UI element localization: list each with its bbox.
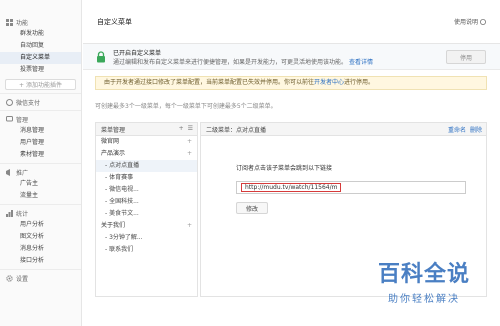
menu-item-micro-site[interactable]: 微官网 + bbox=[96, 136, 197, 148]
menu-item-label: 微官网 bbox=[101, 138, 120, 145]
sidebar-group-label: 设置 bbox=[16, 275, 29, 283]
url-field[interactable]: http://mudu.tv/watch/11564/m bbox=[236, 181, 466, 194]
divider bbox=[0, 269, 81, 270]
pay-icon bbox=[5, 98, 13, 106]
submenu-item-sports[interactable]: - 体育赛事 bbox=[96, 172, 197, 184]
submenu-item-contact[interactable]: - 联系我们 bbox=[96, 244, 197, 256]
modify-button[interactable]: 修改 bbox=[236, 202, 268, 214]
sidebar-item-settings[interactable]: 设置 bbox=[0, 272, 81, 284]
add-submenu-icon[interactable]: + bbox=[187, 136, 192, 148]
editor-title: 二级菜单：点对点直播 bbox=[206, 126, 267, 134]
menu-tree-panel: 菜单管理 + ☰ 微官网 + 产品演示 + - 点对点直播 - 体育赛事 - 微信电… bbox=[95, 122, 198, 297]
url-value: http://mudu.tv/watch/11564/m bbox=[241, 183, 342, 192]
sidebar-item-article-analysis[interactable]: 图文分析 bbox=[0, 231, 81, 243]
sidebar-group-label: 推广 bbox=[16, 169, 29, 177]
sidebar-item-messages[interactable]: 消息管理 bbox=[0, 125, 81, 137]
editor-header: 二级菜单：点对点直播 重命名 删除 bbox=[201, 123, 486, 136]
divider bbox=[0, 163, 81, 164]
submenu-item-tech[interactable]: - 全国科技... bbox=[96, 196, 197, 208]
notice-title: 已开启自定义菜单 bbox=[113, 50, 162, 57]
menu-item-product-demo[interactable]: 产品演示 + bbox=[96, 148, 197, 160]
link-instruction: 订阅者点击该子菜单会跳到以下链接 bbox=[236, 165, 333, 172]
divider bbox=[0, 204, 81, 205]
sidebar-group-label: 管理 bbox=[16, 116, 29, 124]
watermark-subtitle: 助你轻松解决 bbox=[387, 294, 460, 305]
submenu-item-wechat-tv[interactable]: - 微信电视... bbox=[96, 184, 197, 196]
sidebar-item-wechat-pay[interactable]: 微信支付 bbox=[0, 96, 81, 108]
warning-suffix: 进行停用。 bbox=[344, 79, 375, 86]
sidebar-item-vote[interactable]: 投票管理 bbox=[0, 64, 81, 76]
stop-button[interactable]: 停用 bbox=[446, 50, 486, 64]
sidebar-item-api-analysis[interactable]: 接口分析 bbox=[0, 255, 81, 267]
divider bbox=[0, 93, 81, 94]
sidebar-item-auto-reply[interactable]: 自动回复 bbox=[0, 40, 81, 52]
sidebar-group-label: 统计 bbox=[16, 210, 29, 218]
divider bbox=[0, 110, 81, 111]
sidebar-item-mass-send[interactable]: 群发功能 bbox=[0, 28, 81, 40]
sidebar-item-custom-menu[interactable]: 自定义菜单 bbox=[0, 52, 81, 64]
sidebar: 功能 群发功能 自动回复 自定义菜单 投票管理 + 添加功能插件 微信支付 管理… bbox=[0, 0, 82, 326]
menu-enabled-notice: 已开启自定义菜单 通过编辑和发布自定义菜单来进行便捷管理，如果是开发能力，可更灵… bbox=[83, 44, 500, 70]
page-title: 自定义菜单 bbox=[97, 18, 132, 26]
menu-panel-tools: + ☰ bbox=[179, 125, 193, 132]
sidebar-item-user-analysis[interactable]: 用户分析 bbox=[0, 219, 81, 231]
sidebar-group-stats: 统计 bbox=[0, 207, 81, 219]
menu-panel-title: 菜单管理 bbox=[101, 126, 126, 134]
menu-item-label: 产品演示 bbox=[101, 150, 126, 157]
lock-icon bbox=[95, 51, 107, 63]
header: 自定义菜单 使用说明 bbox=[83, 0, 500, 44]
delete-link[interactable]: 删除 bbox=[470, 125, 482, 134]
help-label: 使用说明 bbox=[453, 19, 478, 26]
sidebar-group-promote: 推广 bbox=[0, 166, 81, 178]
sidebar-group-label: 功能 bbox=[16, 19, 29, 27]
help-icon bbox=[480, 18, 486, 25]
sidebar-group-manage: 管理 bbox=[0, 113, 81, 125]
watermark-title: 百科全说 bbox=[377, 262, 470, 287]
warning-banner: 由于开发者通过接口修改了菜单配置，当前菜单配置已失效并停用。你可以前往开发者中心… bbox=[95, 76, 487, 90]
chat-icon bbox=[5, 115, 13, 123]
view-details-link[interactable]: 查看详情 bbox=[349, 59, 373, 66]
sidebar-item-materials[interactable]: 素材管理 bbox=[0, 149, 81, 161]
sidebar-item-publisher[interactable]: 流量主 bbox=[0, 190, 81, 202]
sidebar-group-label: 微信支付 bbox=[16, 99, 41, 107]
rename-link[interactable]: 重命名 bbox=[448, 125, 466, 134]
bar-chart-icon bbox=[5, 209, 13, 217]
watermark-logo: 百科全说 助你轻松解决 bbox=[378, 256, 470, 305]
grid-icon bbox=[5, 18, 13, 26]
submenu-item-live[interactable]: - 点对点直播 bbox=[96, 160, 197, 172]
add-submenu-icon[interactable]: + bbox=[187, 148, 192, 160]
add-menu-icon[interactable]: + bbox=[179, 125, 184, 132]
add-submenu-icon[interactable]: + bbox=[187, 220, 192, 232]
menu-panel-header: 菜单管理 + ☰ bbox=[96, 123, 197, 136]
menu-item-label: 关于我们 bbox=[101, 222, 126, 229]
warning-text: 由于开发者通过接口修改了菜单配置，当前菜单配置已失效并停用。你可以前往 bbox=[104, 79, 315, 86]
sidebar-item-message-analysis[interactable]: 消息分析 bbox=[0, 243, 81, 255]
sidebar-item-advertiser[interactable]: 广告主 bbox=[0, 178, 81, 190]
menu-item-about-us[interactable]: 关于我们 + bbox=[96, 220, 197, 232]
submenu-item-food[interactable]: - 美食节文... bbox=[96, 208, 197, 220]
notice-description: 通过编辑和发布自定义菜单来进行便捷管理，如果是开发能力，可更灵活地使用该功能。 … bbox=[113, 57, 373, 66]
developer-center-link[interactable]: 开发者中心 bbox=[314, 79, 344, 86]
gear-icon bbox=[5, 274, 13, 282]
submenu-item-3min[interactable]: - 3分钟了解... bbox=[96, 232, 197, 244]
menu-limit-hint: 可创建最多3个一级菜单，每个一级菜单下可创建最多5个二级菜单。 bbox=[95, 103, 277, 110]
help-link[interactable]: 使用说明 bbox=[454, 17, 486, 26]
editor-tools: 重命名 删除 bbox=[448, 125, 482, 134]
megaphone-icon bbox=[5, 168, 13, 176]
sidebar-item-users[interactable]: 用户管理 bbox=[0, 137, 81, 149]
notice-text: 通过编辑和发布自定义菜单来进行便捷管理，如果是开发能力，可更灵活地使用该功能。 bbox=[113, 59, 348, 66]
sidebar-group-function: 功能 bbox=[0, 16, 81, 28]
sort-menu-icon[interactable]: ☰ bbox=[188, 125, 193, 132]
add-plugin-button[interactable]: + 添加功能插件 bbox=[5, 79, 76, 90]
